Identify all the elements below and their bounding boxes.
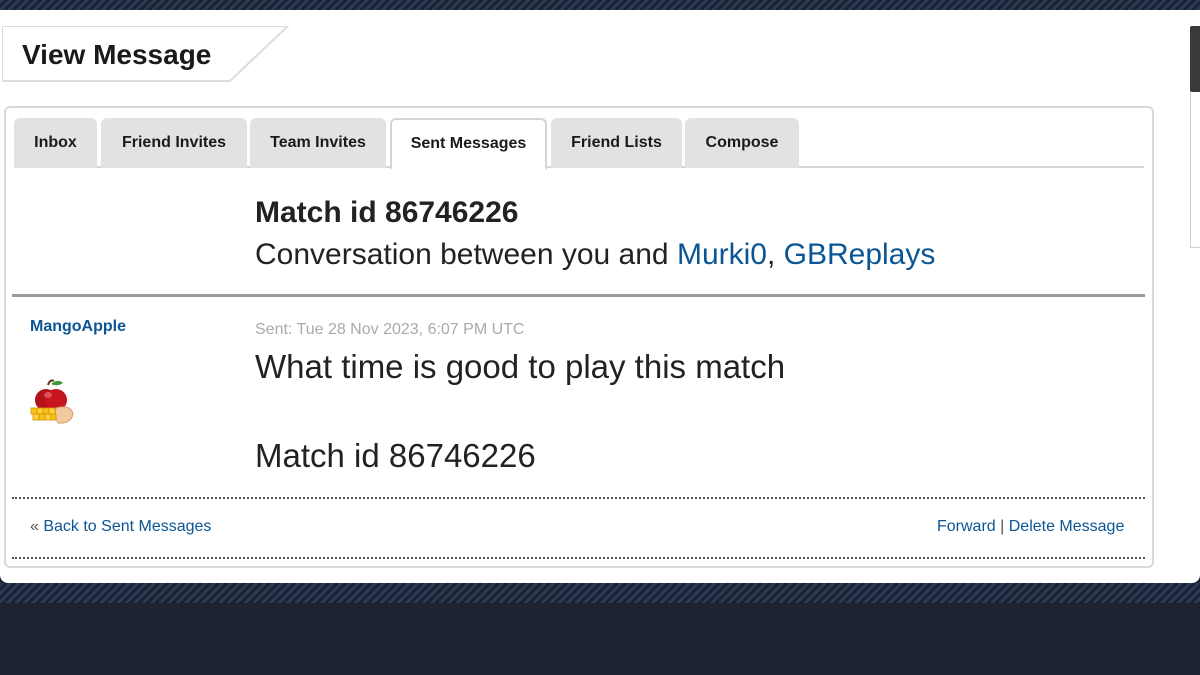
scrollbar-track[interactable] [1190,92,1200,248]
delete-message-link[interactable]: Delete Message [1009,518,1125,535]
tab-compose[interactable]: Compose [685,118,799,168]
participant-link-murki0[interactable]: Murki0 [677,238,767,271]
title-bar: View Message [2,26,1150,82]
scrollbar-thumb[interactable] [1190,26,1200,92]
message-body-line-2: Match id 86746226 [255,437,536,474]
participant-separator: , [766,238,784,271]
bottom-stripe-band [0,583,1200,603]
page-title: View Message [22,39,212,70]
forward-link[interactable]: Forward [937,518,996,535]
sent-timestamp: Sent: Tue 28 Nov 2023, 6:07 PM UTC [255,321,525,338]
participant-link-gbreplays[interactable]: GBReplays [784,238,936,271]
tab-friend-lists[interactable]: Friend Lists [551,118,682,168]
footer-bottom-divider [12,557,1145,559]
back-arrow-icon: « [30,518,44,535]
conversation-prefix: Conversation between you and [255,238,677,271]
tab-team-invites[interactable]: Team Invites [250,118,386,168]
back-nav: « Back to Sent Messages [30,518,211,536]
header-divider [12,294,1145,297]
tab-bar: Inbox Friend Invites Team Invites Sent M… [14,118,1144,170]
conversation-line: Conversation between you and Murki0, GBR… [255,238,935,272]
footer-top-divider [12,497,1145,499]
mango-apple-icon[interactable] [28,378,76,426]
tab-sent-messages[interactable]: Sent Messages [390,118,547,170]
message-subject: Match id 86746226 [255,196,519,229]
message-body-line-1: What time is good to play this match [255,348,786,385]
message-actions: Forward | Delete Message [937,518,1124,536]
tab-inbox[interactable]: Inbox [14,118,97,168]
tab-friend-invites[interactable]: Friend Invites [101,118,247,168]
action-separator: | [995,518,1009,535]
top-stripe-band [0,0,1200,10]
back-to-sent-messages-link[interactable]: Back to Sent Messages [43,518,211,535]
sender-name-link[interactable]: MangoApple [30,318,126,336]
